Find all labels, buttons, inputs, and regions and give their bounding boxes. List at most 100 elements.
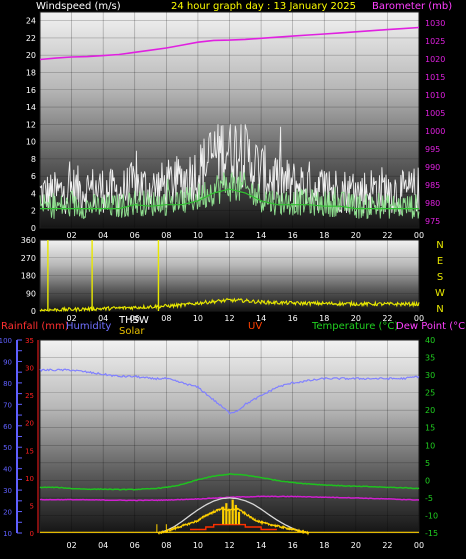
hour-tick-label: 06 bbox=[130, 231, 140, 240]
humidity-tick-label: 80 bbox=[3, 380, 12, 388]
wind-tick-label: 22 bbox=[26, 34, 36, 43]
compass-label: S bbox=[437, 272, 443, 283]
temperature-tick-label: 20 bbox=[425, 406, 435, 415]
hour-tick-label: 12 bbox=[224, 541, 234, 550]
barometer-tick-label: 995 bbox=[425, 145, 440, 154]
hour-tick-label: 16 bbox=[288, 541, 298, 550]
temperature-tick-label: 40 bbox=[425, 336, 435, 345]
barometer-tick-label: 1030 bbox=[425, 19, 445, 28]
hour-tick-label: 10 bbox=[193, 231, 203, 240]
rainfall-tick-label: 10 bbox=[25, 475, 34, 483]
barometer-tick-label: 980 bbox=[425, 199, 440, 208]
barometer-tick-label: 1025 bbox=[425, 37, 445, 46]
barometer-tick-label: 975 bbox=[425, 217, 440, 226]
barometer-tick-label: 990 bbox=[425, 163, 440, 172]
uv-label: UV bbox=[248, 321, 263, 332]
rainfall-tick-label: 30 bbox=[25, 365, 34, 373]
rainfall-tick-label: 15 bbox=[25, 447, 34, 455]
barometer-tick-label: 1005 bbox=[425, 109, 445, 118]
temperature-tick-label: 15 bbox=[425, 424, 435, 433]
hour-tick-label: 06 bbox=[130, 541, 140, 550]
hour-tick-label: 20 bbox=[351, 231, 361, 240]
wind-tick-label: 8 bbox=[31, 155, 36, 164]
wind-tick-label: 4 bbox=[31, 189, 36, 198]
rainfall-tick-label: 5 bbox=[30, 502, 34, 510]
wind-tick-label: 20 bbox=[26, 51, 36, 60]
wind-tick-label: 24 bbox=[26, 17, 36, 26]
compass-label: N bbox=[436, 240, 443, 251]
hour-tick-label: 18 bbox=[319, 541, 329, 550]
weather-graph: 0 2 4 6 8 10 12 14 16 18 20 22 24 975 980 985 990 995 1000… bbox=[0, 0, 466, 555]
hour-tick-label: 04 bbox=[98, 231, 108, 240]
hour-tick-label: 22 bbox=[382, 541, 392, 550]
compass-label: N bbox=[436, 304, 443, 315]
wind-tick-label: 2 bbox=[31, 207, 36, 216]
hour-tick-label: 10 bbox=[193, 314, 203, 323]
hour-tick-label: 12 bbox=[224, 314, 234, 323]
wind-tick-label: 0 bbox=[31, 224, 36, 233]
wind-tick-label: 6 bbox=[31, 172, 36, 181]
temperature-axis-label: Temperature (°C) bbox=[312, 321, 399, 332]
windspeed-axis-label: Windspeed (m/s) bbox=[36, 1, 121, 12]
hour-tick-label: 16 bbox=[288, 314, 298, 323]
humidity-tick-label: 50 bbox=[3, 444, 12, 452]
hour-tick-label: 10 bbox=[193, 541, 203, 550]
direction-tick-label: 0 bbox=[31, 307, 36, 316]
barometer-tick-label: 985 bbox=[425, 181, 440, 190]
barometer-tick-label: 1015 bbox=[425, 73, 445, 82]
humidity-tick-label: 70 bbox=[3, 401, 12, 409]
humidity-tick-label: 40 bbox=[3, 466, 12, 474]
humidity-tick-label: 30 bbox=[3, 487, 12, 495]
compass-label: E bbox=[437, 256, 443, 267]
direction-tick-label: 270 bbox=[21, 254, 36, 263]
wind-tick-label: 16 bbox=[26, 86, 36, 95]
hour-tick-label: 16 bbox=[288, 231, 298, 240]
hour-tick-label: 14 bbox=[256, 541, 266, 550]
barometer-axis-label: Barometer (mb) bbox=[372, 1, 453, 12]
temperature-tick-label: 30 bbox=[425, 371, 435, 380]
dewpoint-axis-label: Dew Point (°C) bbox=[396, 321, 466, 332]
hour-tick-label: 00 bbox=[414, 231, 424, 240]
panels bbox=[39, 11, 420, 534]
temperature-tick-label: 10 bbox=[425, 441, 435, 450]
hour-tick-label: 18 bbox=[319, 231, 329, 240]
rainfall-axis-label: Rainfall (mm) bbox=[1, 321, 69, 332]
humidity-tick-label: 20 bbox=[3, 509, 12, 517]
compass-label: W bbox=[435, 288, 445, 299]
hour-tick-label: 12 bbox=[224, 231, 234, 240]
temperature-tick-label: 25 bbox=[425, 389, 435, 398]
hour-tick-label: 08 bbox=[161, 231, 171, 240]
temperature-tick-label: -15 bbox=[425, 529, 438, 538]
rainfall-tick-label: 20 bbox=[25, 420, 34, 428]
graph-title: 24 hour graph day : 13 January 2025 bbox=[171, 1, 356, 12]
temperature-tick-label: 5 bbox=[425, 459, 430, 468]
barometer-tick-label: 1010 bbox=[425, 91, 445, 100]
barometer-tick-label: 1000 bbox=[425, 127, 445, 136]
wind-tick-label: 10 bbox=[26, 138, 36, 147]
temperature-tick-label: 35 bbox=[425, 354, 435, 363]
temperature-tick-label: -10 bbox=[425, 511, 438, 520]
solar-label: Solar bbox=[119, 326, 145, 337]
hour-tick-label: 04 bbox=[98, 541, 108, 550]
hour-tick-label: 08 bbox=[161, 314, 171, 323]
rainfall-tick-label: 0 bbox=[30, 530, 34, 538]
direction-tick-label: 180 bbox=[21, 272, 36, 281]
barometer-tick-label: 1020 bbox=[425, 55, 445, 64]
humidity-axis-label: Humidity bbox=[66, 321, 112, 332]
hour-tick-label: 20 bbox=[351, 541, 361, 550]
humidity-tick-label: 10 bbox=[3, 530, 12, 538]
hour-tick-label: 02 bbox=[66, 541, 76, 550]
wind-tick-label: 14 bbox=[26, 103, 36, 112]
temperature-tick-label: -5 bbox=[425, 494, 433, 503]
hour-tick-label: 14 bbox=[256, 231, 266, 240]
wind-tick-label: 18 bbox=[26, 68, 36, 77]
humidity-tick-label: 100 bbox=[0, 337, 12, 345]
direction-tick-label: 90 bbox=[26, 289, 36, 298]
wind-tick-label: 12 bbox=[26, 120, 36, 129]
hour-tick-label: 22 bbox=[382, 231, 392, 240]
humidity-tick-label: 60 bbox=[3, 423, 12, 431]
hour-tick-label: 00 bbox=[414, 541, 424, 550]
humidity-tick-label: 90 bbox=[3, 358, 12, 366]
hour-tick-label: 08 bbox=[161, 541, 171, 550]
graph-canvas: 0246810121416182022249759809859909951000… bbox=[0, 11, 445, 550]
